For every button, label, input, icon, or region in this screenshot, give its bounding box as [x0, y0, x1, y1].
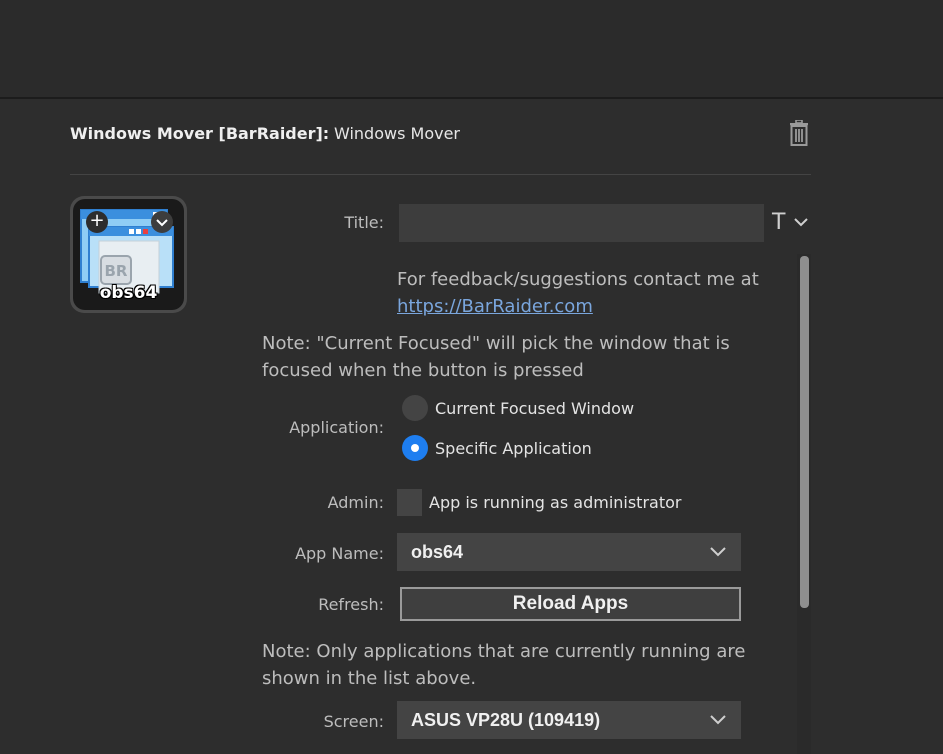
app-name-label: App Name:	[295, 544, 384, 563]
admin-checkbox-row[interactable]: App is running as administrator	[397, 489, 681, 516]
screen-value: ASUS VP28U (109419)	[411, 710, 601, 730]
br-logo-text: BR	[105, 262, 128, 280]
admin-checkbox[interactable]	[397, 489, 422, 516]
key-image: BR + obs64	[73, 199, 184, 310]
top-preview-area	[0, 0, 943, 99]
radio-button[interactable]	[402, 395, 428, 421]
feedback-text: For feedback/suggestions contact me at h…	[397, 266, 759, 320]
text-format-icon[interactable]: T	[772, 210, 785, 235]
radio-label: Specific Application	[435, 438, 592, 458]
app-name-value: obs64	[411, 542, 464, 562]
chevron-down-icon	[710, 547, 726, 557]
feedback-link[interactable]: https://BarRaider.com	[397, 296, 593, 317]
plugin-name: Windows Mover [BarRaider]:	[70, 124, 330, 143]
screen-label: Screen:	[323, 712, 384, 731]
radio-label: Current Focused Window	[435, 398, 635, 418]
chevron-down-icon	[710, 715, 726, 725]
screen-select[interactable]: ASUS VP28U (109419)	[397, 701, 741, 739]
chevron-down-icon[interactable]	[794, 217, 808, 227]
action-header: Windows Mover [BarRaider]: Windows Mover	[70, 118, 811, 175]
admin-label: Admin:	[327, 493, 384, 512]
app-name-select[interactable]: obs64	[397, 533, 741, 571]
note-running-apps: Note: Only applications that are current…	[262, 641, 746, 689]
application-label: Application:	[289, 418, 384, 437]
scrollbar-thumb[interactable]	[800, 256, 809, 608]
reload-apps-button[interactable]: Reload Apps	[400, 587, 741, 621]
admin-checkbox-label: App is running as administrator	[429, 493, 682, 512]
key-preview[interactable]: BR + obs64	[70, 196, 187, 313]
refresh-label: Refresh:	[318, 595, 384, 614]
add-icon[interactable]: +	[86, 211, 108, 233]
title-label: Title:	[344, 213, 384, 232]
note-current-focused: Note: "Current Focused" will pick the wi…	[262, 333, 730, 381]
action-name: Windows Mover	[334, 124, 460, 143]
radio-current-focused[interactable]: Current Focused Window	[402, 395, 634, 421]
chevron-down-icon[interactable]	[151, 211, 173, 233]
radio-specific-application[interactable]: Specific Application	[402, 435, 592, 461]
radio-button-selected[interactable]	[402, 435, 428, 461]
title-input[interactable]	[399, 204, 764, 242]
key-label: obs64	[99, 283, 158, 303]
trash-icon[interactable]	[788, 120, 810, 146]
feedback-message: For feedback/suggestions contact me at	[397, 269, 759, 290]
